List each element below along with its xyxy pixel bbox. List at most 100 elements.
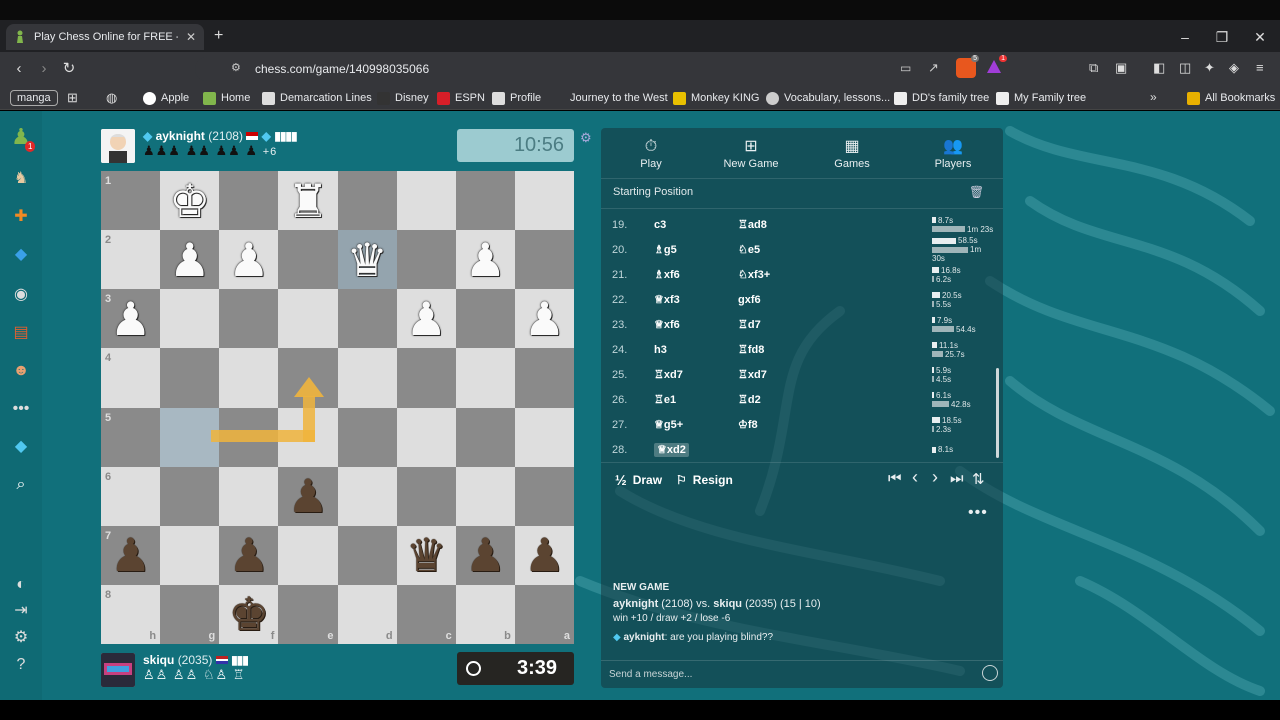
bookmark-profile[interactable]: Profile bbox=[492, 89, 541, 107]
board-square[interactable]: 8h bbox=[101, 584, 161, 644]
player1-name[interactable]: ayknight bbox=[613, 598, 658, 610]
play-icon[interactable]: ♞ bbox=[9, 167, 33, 191]
apps-grid-icon[interactable]: ⊞ bbox=[67, 90, 78, 106]
board-square[interactable]: ♟ bbox=[160, 230, 220, 290]
tab-players[interactable]: 👥 Players bbox=[913, 136, 993, 170]
reload-icon[interactable]: ↻ bbox=[58, 59, 80, 79]
black-move[interactable]: ♖fd8 bbox=[738, 343, 898, 356]
board-square[interactable] bbox=[514, 466, 574, 526]
board-square[interactable]: ♟ bbox=[455, 525, 515, 585]
leo-ai-icon[interactable]: ✦ bbox=[1204, 60, 1215, 76]
bookmark-home[interactable]: Home bbox=[203, 89, 250, 107]
black-queen-piece[interactable]: ♛ bbox=[406, 532, 447, 578]
board-square[interactable]: 2 bbox=[101, 230, 161, 290]
avatar[interactable] bbox=[101, 653, 135, 687]
white-move[interactable]: ♕xf3 bbox=[654, 293, 738, 306]
white-rook-piece[interactable]: ♜ bbox=[287, 178, 328, 224]
bookmark-journey[interactable]: Journey to the West bbox=[570, 89, 668, 107]
white-move[interactable]: ♖xd7 bbox=[654, 368, 738, 381]
flip-board-icon[interactable]: ⇅ bbox=[972, 470, 985, 488]
wallet-icon[interactable]: ◫ bbox=[1179, 60, 1191, 76]
white-move[interactable]: ♕xd2 bbox=[654, 443, 738, 457]
profile-label[interactable]: manga bbox=[10, 90, 58, 106]
board-square[interactable]: a bbox=[514, 584, 574, 644]
emoji-icon[interactable] bbox=[982, 665, 998, 681]
player2-name[interactable]: skiqu bbox=[713, 598, 742, 610]
board-square[interactable] bbox=[337, 348, 397, 408]
board-settings-icon[interactable]: ⚙ bbox=[580, 130, 592, 146]
diamond-icon[interactable]: ◆ bbox=[9, 435, 33, 459]
player-name[interactable]: skiqu bbox=[143, 653, 174, 667]
white-pawn-piece[interactable]: ♟ bbox=[406, 296, 447, 342]
board-square[interactable] bbox=[219, 348, 279, 408]
board-square[interactable] bbox=[455, 348, 515, 408]
more-icon[interactable]: ••• bbox=[9, 397, 33, 421]
next-move-icon[interactable]: › bbox=[932, 467, 938, 488]
board-square[interactable] bbox=[514, 230, 574, 290]
black-move[interactable]: ♘e5 bbox=[738, 243, 898, 256]
board-square[interactable] bbox=[160, 525, 220, 585]
maximize-icon[interactable]: ❐ bbox=[1212, 27, 1232, 47]
black-move[interactable]: ♔f8 bbox=[738, 418, 898, 431]
board-square[interactable] bbox=[278, 289, 338, 349]
resign-button[interactable]: ⚐ Resign bbox=[676, 473, 733, 487]
white-pawn-piece[interactable]: ♟ bbox=[524, 296, 565, 342]
player-name[interactable]: ayknight bbox=[156, 129, 205, 143]
black-pawn-piece[interactable]: ♟ bbox=[465, 532, 506, 578]
tab-play[interactable]: ⏱ Play bbox=[611, 136, 691, 170]
white-king-piece[interactable]: ♚ bbox=[169, 178, 210, 224]
white-move[interactable]: ♕xf6 bbox=[654, 318, 738, 331]
board-square[interactable] bbox=[514, 171, 574, 231]
minimize-icon[interactable]: – bbox=[1175, 27, 1195, 47]
board-square[interactable]: ♟ bbox=[514, 525, 574, 585]
board-square[interactable] bbox=[160, 466, 220, 526]
draw-button[interactable]: ½ Draw bbox=[615, 472, 662, 488]
chat-author[interactable]: ayknight bbox=[623, 632, 664, 643]
board-square[interactable]: g bbox=[160, 584, 220, 644]
puzzles-icon[interactable]: ✚ bbox=[9, 205, 33, 229]
chess-logo-icon[interactable]: ♟ 1 bbox=[9, 125, 36, 152]
board-square[interactable]: ♟ 3 bbox=[101, 289, 161, 349]
browser-tab[interactable]: Play Chess Online for FREE - 2 Pl ✕ bbox=[6, 24, 204, 50]
cast-icon[interactable]: ▭ bbox=[900, 61, 911, 75]
board-square[interactable]: ♚ bbox=[160, 171, 220, 231]
social-icon[interactable]: ☻ bbox=[9, 359, 33, 383]
board-square[interactable] bbox=[278, 525, 338, 585]
board-square[interactable] bbox=[396, 348, 456, 408]
board-square[interactable]: ♟ 7 bbox=[101, 525, 161, 585]
site-info-icon[interactable]: ⚙ bbox=[231, 61, 241, 74]
all-bookmarks[interactable]: All Bookmarks bbox=[1187, 89, 1275, 107]
black-king-piece[interactable]: ♚ bbox=[228, 591, 269, 637]
prev-move-icon[interactable]: ‹ bbox=[912, 467, 918, 488]
tab-games[interactable]: ▦ Games bbox=[812, 136, 892, 170]
board-square[interactable]: 6 bbox=[101, 466, 161, 526]
watch-icon[interactable]: ◉ bbox=[9, 283, 33, 307]
help-icon[interactable]: ? bbox=[9, 653, 33, 677]
board-square[interactable]: ♟ bbox=[219, 525, 279, 585]
board-square[interactable]: ♟ bbox=[396, 289, 456, 349]
board-square[interactable]: 5 bbox=[101, 407, 161, 467]
board-square[interactable]: ♟ bbox=[514, 289, 574, 349]
brave-rewards-icon[interactable]: 1 bbox=[985, 55, 1007, 78]
black-move[interactable]: ♘xf3+ bbox=[738, 268, 898, 281]
board-square[interactable] bbox=[455, 171, 515, 231]
first-move-icon[interactable]: ⏮ bbox=[888, 470, 902, 487]
board-square[interactable] bbox=[337, 525, 397, 585]
board-square[interactable]: 1 bbox=[101, 171, 161, 231]
settings-icon[interactable]: ⚙ bbox=[9, 626, 33, 650]
board-square[interactable] bbox=[278, 230, 338, 290]
more-options-icon[interactable]: ••• bbox=[968, 504, 988, 522]
board-square[interactable] bbox=[337, 171, 397, 231]
extensions-icon[interactable]: ⧉ bbox=[1089, 60, 1098, 76]
address-bar[interactable]: ⚙ chess.com/game/140998035066 bbox=[195, 57, 1010, 81]
share-icon[interactable]: ↗ bbox=[928, 60, 939, 76]
bookmark-dd-family[interactable]: DD's family tree bbox=[894, 89, 989, 107]
tab-new-game[interactable]: ⊞ New Game bbox=[711, 136, 791, 170]
bookmark-disney[interactable]: Disney bbox=[377, 89, 429, 107]
board-square[interactable]: ♟ bbox=[219, 230, 279, 290]
board-square[interactable] bbox=[455, 407, 515, 467]
board-square[interactable]: ♚ f bbox=[219, 584, 279, 644]
news-icon[interactable]: ▤ bbox=[9, 321, 33, 345]
move-list-scrollbar[interactable] bbox=[996, 368, 999, 458]
bookmark-demarcation[interactable]: Demarcation Lines bbox=[262, 89, 372, 107]
